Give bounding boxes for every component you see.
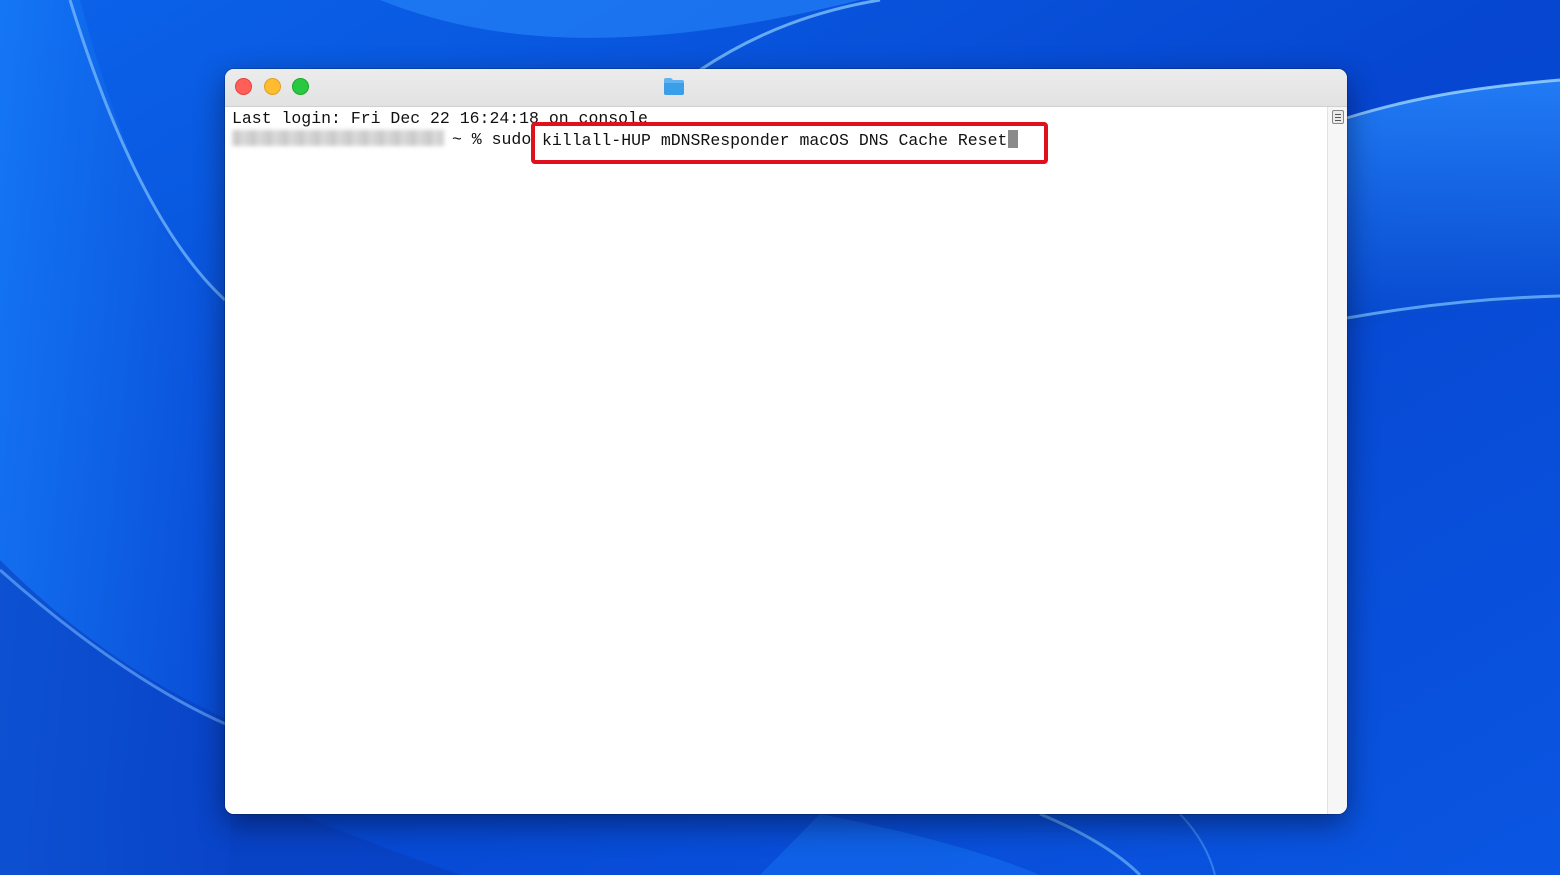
folder-icon [664, 78, 684, 95]
scrollbar[interactable] [1327, 107, 1347, 814]
prompt-line: ~ % sudo [232, 130, 531, 150]
blurred-hostname [232, 130, 444, 146]
minimize-button[interactable] [264, 78, 281, 95]
scroll-marker-icon[interactable] [1332, 110, 1344, 124]
zoom-button[interactable] [292, 78, 309, 95]
window-titlebar[interactable] [225, 69, 1347, 107]
command-text: killall-HUP mDNSResponder macOS DNS Cach… [542, 131, 1008, 150]
close-button[interactable] [235, 78, 252, 95]
terminal-window[interactable]: Last login: Fri Dec 22 16:24:18 on conso… [225, 69, 1347, 814]
highlighted-command: killall-HUP mDNSResponder macOS DNS Cach… [542, 130, 1019, 151]
command-prefix: sudo [491, 130, 532, 149]
text-cursor [1008, 130, 1019, 148]
terminal-content[interactable] [225, 107, 1327, 814]
prompt-suffix: ~ % [452, 130, 482, 149]
